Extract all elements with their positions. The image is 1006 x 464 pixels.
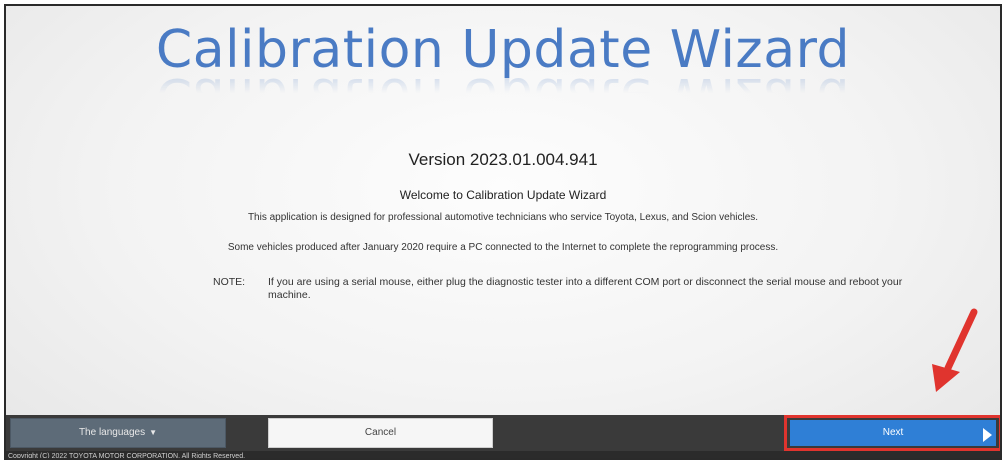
bottom-toolbar: The languages ▼ Cancel Next	[6, 415, 1000, 451]
languages-dropdown[interactable]: The languages ▼	[10, 418, 226, 448]
red-arrow-icon	[932, 308, 978, 392]
internet-note-text: Some vehicles produced after January 202…	[227, 242, 779, 253]
copyright-text: Copyright (C) 2022 TOYOTA MOTOR CORPORAT…	[6, 451, 1000, 458]
next-button-highlight: Next	[784, 415, 1000, 451]
note-label: NOTE:	[213, 276, 246, 288]
version-label: Version 2023.01.004.941	[408, 150, 598, 169]
next-button[interactable]: Next	[790, 420, 996, 446]
welcome-text: Welcome to Calibration Update Wizard	[399, 188, 607, 202]
play-arrow-icon	[983, 428, 992, 442]
next-label: Next	[882, 427, 904, 438]
note-text: If you are using a serial mouse, either …	[268, 276, 903, 301]
chevron-down-icon: ▼	[149, 428, 158, 437]
page-title: Calibration Update Wizard	[155, 20, 851, 80]
wizard-window: Calibration Update Wizard Version 2023.0…	[4, 4, 1002, 460]
cancel-button[interactable]: Cancel	[268, 418, 493, 448]
description-text: This application is designed for profess…	[247, 212, 759, 223]
languages-label: The languages	[78, 427, 146, 438]
